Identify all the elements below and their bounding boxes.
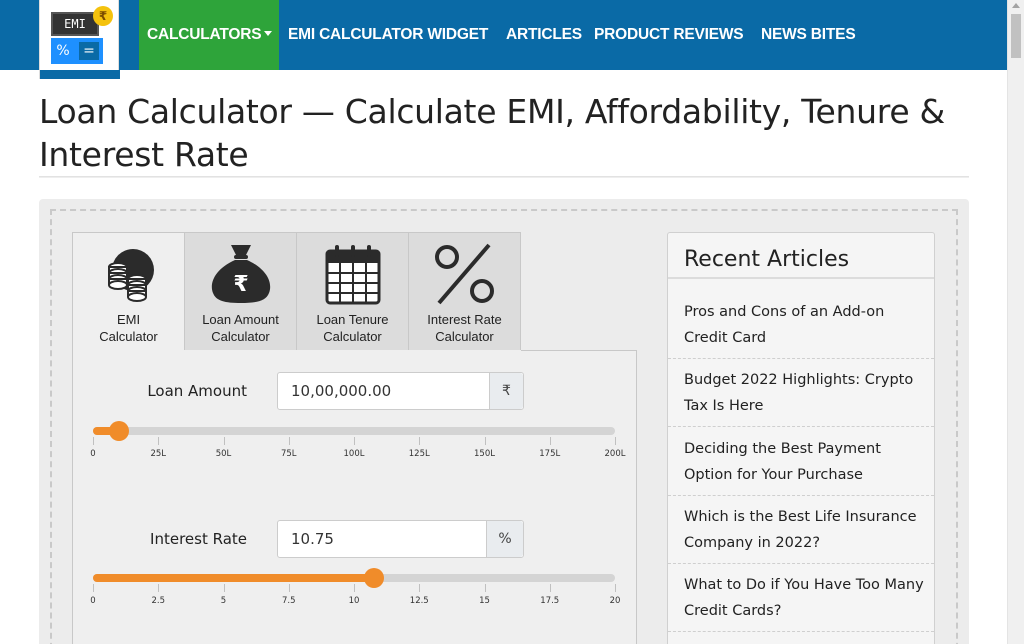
interest-rate-tick	[419, 584, 421, 592]
page-title: Loan Calculator — Calculate EMI, Afforda…	[39, 92, 945, 174]
percent-icon	[435, 243, 494, 305]
loan-amount-tick-label: 175L	[539, 449, 561, 459]
nav-news-bites[interactable]: NEWS BITES	[761, 0, 856, 70]
interest-rate-tick-label: 20	[609, 596, 621, 606]
tab-interest-rate-label: Interest Rate Calculator	[427, 312, 502, 344]
tab-loan-amount-label: Loan Amount Calculator	[202, 312, 279, 344]
interest-rate-tick	[484, 584, 486, 592]
interest-rate-tick-label: 15	[479, 596, 490, 606]
loan-amount-tick-label: 25L	[150, 449, 167, 459]
loan-amount-label: Loan Amount	[147, 382, 247, 400]
loan-amount-tick	[419, 437, 421, 445]
coins-icon	[108, 249, 154, 302]
loan-amount-input[interactable]	[278, 373, 488, 409]
logo-keys: % =	[51, 38, 103, 64]
interest-rate-tick	[549, 584, 551, 592]
interest-rate-tick-label: 5	[220, 596, 227, 606]
article-link[interactable]: Deciding the Best Payment Option for You…	[684, 436, 929, 488]
list-item: Budget 2022 Highlights: Crypto Tax Is He…	[668, 359, 934, 427]
interest-rate-scale: 0 2.5 5 7.5 10 12.5 15 17.5 20	[90, 584, 620, 608]
nav-articles[interactable]: ARTICLES	[506, 0, 582, 70]
sidebar-title: Recent Articles	[684, 247, 850, 272]
form-top-border	[521, 350, 637, 351]
nav-emi-widget[interactable]: EMI CALCULATOR WIDGET	[288, 0, 488, 70]
loan-amount-field: ₹	[277, 372, 524, 410]
loan-amount-tick-label: 50L	[215, 449, 232, 459]
scroll-thumb[interactable]	[1011, 14, 1021, 58]
tab-interest-rate-calculator[interactable]: Interest Rate Calculator	[408, 232, 521, 351]
loan-amount-tick	[288, 437, 290, 445]
sidebar-header: Recent Articles	[668, 233, 934, 279]
interest-rate-tick	[288, 584, 290, 592]
loan-amount-tick	[549, 437, 551, 445]
logo-screen: EMI	[51, 12, 99, 36]
interest-rate-tick-label: 0	[90, 596, 96, 606]
nav-calculators-dropdown[interactable]: CALCULATORS	[139, 0, 279, 70]
loan-amount-tick-label: 100L	[343, 449, 365, 459]
loan-amount-slider[interactable]	[93, 421, 615, 441]
scroll-up-arrow-icon[interactable]	[1012, 3, 1020, 8]
article-link[interactable]: Pros and Cons of an Add-on Credit Card	[684, 299, 929, 351]
loan-amount-tick	[484, 437, 486, 445]
loan-amount-scale: 0 25L 50L 75L 100L 125L 150L 175L 200L	[90, 437, 625, 461]
title-divider	[39, 176, 969, 178]
list-item: Pros and Cons of an Add-on Credit Card	[668, 291, 934, 359]
list-item: Deciding the Best Payment Option for You…	[668, 428, 934, 496]
svg-text:₹: ₹	[233, 272, 248, 297]
logo-key-percent: %	[53, 42, 73, 60]
rupee-icon: ₹	[489, 373, 523, 409]
interest-rate-tick	[158, 584, 160, 592]
interest-rate-input[interactable]	[278, 521, 483, 557]
interest-rate-tick-label: 7.5	[281, 596, 296, 606]
loan-amount-tick-label: 200L	[604, 449, 626, 459]
interest-rate-tick-label: 17.5	[540, 596, 560, 606]
logo-band	[40, 70, 120, 79]
rupee-coin-icon: ₹	[93, 6, 113, 26]
list-item: Which is the Best Life Insurance Company…	[668, 496, 934, 564]
tab-loan-amount-calculator[interactable]: ₹ Loan Amount Calculator	[184, 232, 297, 351]
interest-rate-slider-fill	[93, 574, 374, 582]
interest-rate-tick	[223, 584, 225, 592]
tab-loan-tenure-calculator[interactable]: Loan Tenure Calculator	[296, 232, 409, 351]
interest-rate-tick-label: 12.5	[409, 596, 429, 606]
calendar-icon	[325, 245, 381, 305]
list-item: What to Do if You Have Too Many Credit C…	[668, 564, 934, 632]
calculator-logo-icon: EMI ₹ % =	[51, 6, 113, 64]
site-logo[interactable]: EMI ₹ % =	[39, 0, 120, 79]
recent-articles-sidebar: Recent Articles Pros and Cons of an Add-…	[667, 232, 935, 644]
loan-amount-tick	[354, 437, 355, 445]
tab-emi-label: EMI Calculator	[99, 312, 158, 344]
interest-rate-tick	[93, 584, 94, 592]
tab-emi-calculator[interactable]: EMI Calculator	[72, 232, 185, 352]
interest-rate-label: Interest Rate	[150, 530, 247, 548]
article-link[interactable]: What to Do if You Have Too Many Credit C…	[684, 572, 929, 624]
loan-amount-tick-label: 125L	[408, 449, 430, 459]
interest-rate-tick	[615, 584, 616, 592]
loan-amount-tick	[615, 437, 616, 445]
caret-down-icon	[264, 31, 273, 36]
top-navbar: CALCULATORS EMI CALCULATOR WIDGET ARTICL…	[0, 0, 1007, 70]
article-link[interactable]: Which is the Best Life Insurance Company…	[684, 504, 929, 556]
nav-calculators-label: CALCULATORS	[147, 26, 262, 43]
calculator-tabs: EMICalculator ₹ Loan AmountCalculator	[72, 232, 521, 352]
loan-amount-tick-label: 0	[90, 449, 96, 459]
interest-rate-field: %	[277, 520, 524, 558]
loan-amount-tick	[93, 437, 94, 445]
loan-amount-tick	[158, 437, 160, 445]
logo-key-equals: =	[79, 42, 99, 60]
article-link[interactable]: Budget 2022 Highlights: Crypto Tax Is He…	[684, 367, 929, 419]
nav-product-reviews[interactable]: PRODUCT REVIEWS	[594, 0, 744, 70]
interest-rate-tick-label: 2.5	[151, 596, 166, 606]
interest-rate-tick-label: 10	[348, 596, 360, 606]
percent-unit-icon: %	[486, 521, 523, 557]
money-bag-icon: ₹	[211, 245, 271, 303]
loan-amount-tick-label: 150L	[474, 449, 495, 459]
loan-amount-tick	[223, 437, 225, 445]
loan-amount-tick-label: 75L	[280, 449, 297, 459]
interest-rate-slider[interactable]	[93, 568, 615, 588]
tab-loan-tenure-label: Loan Tenure Calculator	[316, 312, 389, 344]
page-scrollbar[interactable]	[1007, 0, 1024, 644]
interest-rate-tick	[354, 584, 355, 592]
